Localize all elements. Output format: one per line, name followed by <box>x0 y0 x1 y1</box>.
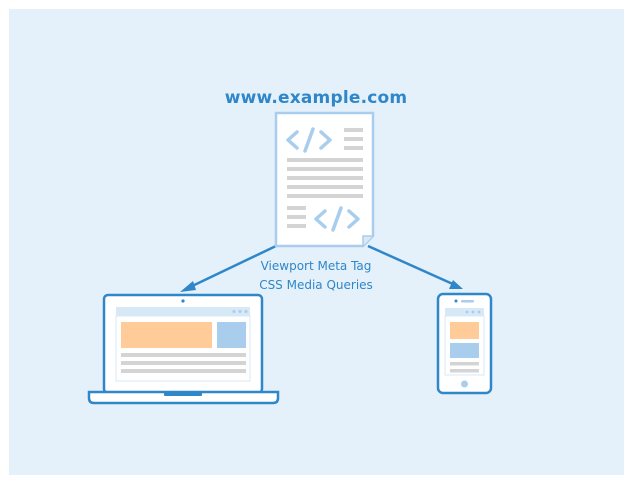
technique-label-media-queries: CSS Media Queries <box>259 278 373 292</box>
laptop-icon <box>87 293 280 405</box>
code-document-icon <box>274 111 375 248</box>
smartphone-icon <box>436 292 493 395</box>
technique-label-viewport: Viewport Meta Tag <box>260 259 372 273</box>
diagram-art <box>87 111 493 405</box>
